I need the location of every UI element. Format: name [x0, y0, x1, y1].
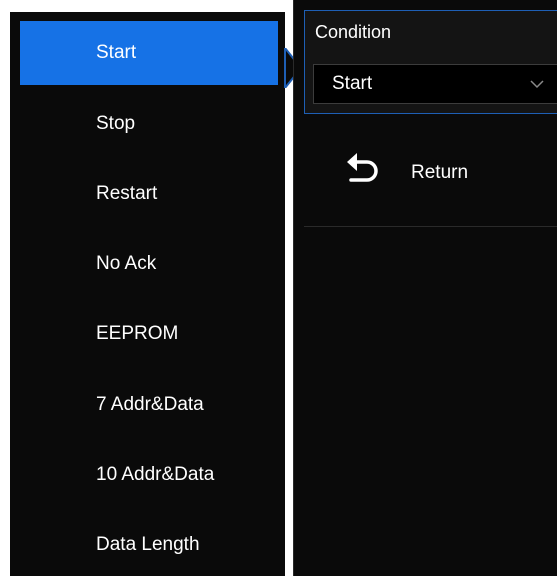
option-10-addr-data[interactable]: 10 Addr&Data	[20, 443, 278, 507]
condition-label: Condition	[315, 22, 392, 42]
option-eeprom[interactable]: EEPROM	[20, 302, 278, 366]
option-restart[interactable]: Restart	[20, 162, 278, 226]
option-label: Start	[96, 42, 137, 63]
condition-option-list: Start Stop Restart No Ack EEPROM 7 Addr&…	[10, 12, 285, 576]
option-stop[interactable]: Stop	[20, 92, 278, 156]
option-7-addr-data[interactable]: 7 Addr&Data	[20, 373, 278, 437]
option-label: Stop	[96, 113, 136, 134]
return-arrow-icon	[347, 153, 378, 182]
return-label: Return	[411, 162, 469, 183]
option-label: No Ack	[96, 253, 157, 274]
option-start[interactable]: Start	[20, 21, 278, 85]
option-label: Restart	[96, 183, 158, 204]
condition-select[interactable]: Start	[313, 64, 557, 104]
condition-softkey-panel: Condition Start Return	[293, 0, 557, 576]
option-label: EEPROM	[96, 323, 179, 344]
option-label: Data Length	[96, 534, 200, 555]
condition-value: Start	[332, 73, 373, 94]
chevron-down-icon	[530, 80, 544, 89]
option-label: 10 Addr&Data	[96, 464, 215, 485]
option-label: 7 Addr&Data	[96, 394, 204, 415]
option-data-length[interactable]: Data Length	[20, 513, 278, 577]
return-button[interactable]: Return	[304, 126, 557, 227]
option-no-ack[interactable]: No Ack	[20, 232, 278, 296]
